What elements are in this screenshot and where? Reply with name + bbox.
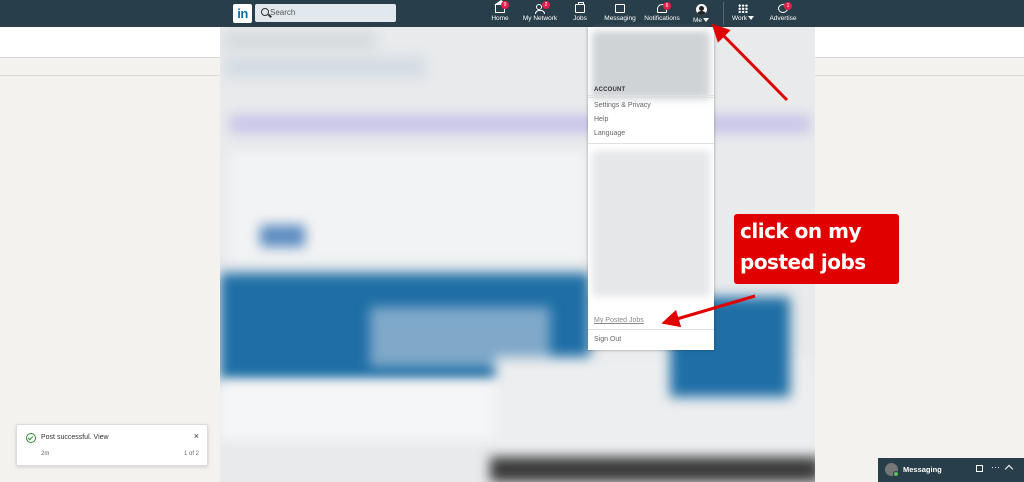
nav-me-label: Me (692, 17, 703, 24)
messaging-bar[interactable]: Messaging ··· (878, 458, 1024, 482)
blurred-block (225, 57, 425, 77)
annotation-line-2: posted jobs (740, 250, 866, 274)
grid-icon (738, 4, 748, 13)
avatar (885, 463, 899, 477)
nav-me[interactable]: Me (690, 2, 712, 26)
caret-down-icon (748, 16, 755, 21)
messaging-title: Messaging (903, 465, 942, 474)
blurred-menu-section (592, 151, 710, 296)
nav-advertise-label: Advertise (769, 15, 797, 22)
nav-jobs[interactable]: Jobs (569, 2, 591, 26)
menu-settings-privacy[interactable]: Settings & Privacy (594, 102, 651, 109)
advertise-icon: 1 (778, 2, 792, 13)
menu-language[interactable]: Language (594, 130, 625, 137)
avatar-icon (695, 4, 707, 15)
menu-help[interactable]: Help (594, 116, 608, 123)
nav-jobs-label: Jobs (573, 15, 587, 22)
nav-my-network[interactable]: 2 My Network (521, 1, 559, 26)
toast-time: 2m (41, 451, 50, 457)
nav-notifications-label: Notifications (644, 15, 680, 22)
nav-advertise[interactable]: 1 Advertise (768, 2, 798, 26)
bell-icon: 6 (657, 2, 671, 13)
nav-messaging[interactable]: Messaging (603, 2, 637, 26)
nav-home-label: Home (491, 15, 509, 22)
menu-divider (588, 143, 714, 144)
notifications-badge: 6 (663, 2, 671, 10)
blurred-block (230, 115, 810, 133)
blurred-block (490, 457, 815, 482)
network-badge: 2 (542, 1, 550, 9)
message-icon (615, 4, 625, 13)
top-nav-bar: in Search 9 Home 2 My Network Jobs Messa… (0, 0, 1024, 27)
search-icon (261, 8, 269, 16)
post-success-toast: Post successful. View × 2m 1 of 2 (16, 424, 208, 466)
account-section-heading: ACCOUNT (594, 87, 626, 93)
menu-sign-out[interactable]: Sign Out (594, 336, 621, 343)
caret-down-icon (703, 18, 710, 23)
search-input[interactable]: Search (270, 8, 295, 17)
menu-my-posted-jobs[interactable]: My Posted Jobs (594, 317, 644, 324)
chevron-up-icon[interactable] (1004, 464, 1014, 474)
briefcase-icon (575, 2, 585, 13)
nav-messaging-label: Messaging (604, 15, 636, 22)
check-circle-icon (26, 433, 36, 443)
annotation-line-1: click on my (740, 219, 862, 243)
more-icon[interactable]: ··· (991, 462, 1000, 472)
nav-work[interactable]: Work (730, 2, 756, 26)
annotation-callout: click on my posted jobs (734, 214, 899, 284)
menu-divider (588, 97, 714, 98)
search-box[interactable]: Search (255, 4, 396, 22)
nav-network-label: My Network (522, 15, 558, 22)
home-badge: 9 (501, 1, 509, 9)
me-dropdown-menu: ACCOUNT Settings & Privacy Help Language… (588, 27, 714, 350)
menu-divider (588, 329, 714, 330)
people-icon: 2 (535, 1, 550, 14)
linkedin-logo[interactable]: in (233, 4, 252, 23)
home-icon: 9 (494, 0, 509, 13)
blurred-block (260, 225, 305, 247)
blurred-feed (220, 27, 815, 482)
close-icon[interactable]: × (194, 431, 199, 441)
blurred-block (220, 381, 510, 441)
nav-notifications[interactable]: 6 Notifications (643, 2, 681, 26)
nav-divider (723, 2, 724, 25)
blurred-block (225, 32, 375, 50)
toast-message[interactable]: Post successful. View (41, 434, 109, 441)
toast-pager: 1 of 2 (183, 451, 199, 457)
nav-work-label: Work (731, 15, 748, 22)
advertise-badge: 1 (784, 2, 792, 10)
nav-home[interactable]: 9 Home (487, 0, 513, 26)
menu-divider (588, 95, 714, 96)
compose-icon[interactable] (976, 465, 983, 472)
